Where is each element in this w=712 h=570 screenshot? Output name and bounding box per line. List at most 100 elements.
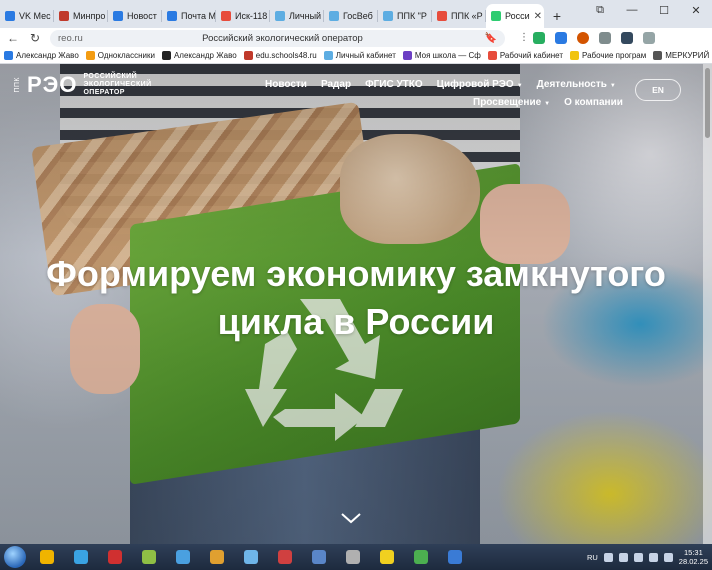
tab-label: Минпро [73,11,106,21]
keyboard-language[interactable]: RU [587,553,598,562]
taskbar-app-icon[interactable] [136,546,162,568]
bookmark-item[interactable]: edu.schools48.ru [243,51,317,60]
logo-subtitle-line: ОПЕРАТОР [83,89,125,96]
extension-icon[interactable] [577,32,589,44]
hero-line: Формируем экономику замкнутого [46,253,666,294]
browser-tab[interactable]: Росси ✕ [486,4,544,28]
tab-label: VK Мес [19,11,51,21]
bookmark-item[interactable]: Рабочие програм [570,51,646,60]
nav-item[interactable]: Просвещение ▼ [473,97,550,108]
nav-item-label: О компании [564,96,623,108]
tab-favicon-icon [5,11,15,21]
nav-item-label: Деятельность [536,78,607,90]
nav-item[interactable]: Цифровой РЭО ▼ [437,79,523,90]
close-window-icon[interactable]: ✕ [680,0,712,20]
lock-extension-icon[interactable] [621,32,633,44]
reload-button[interactable]: ↻ [28,31,42,45]
nav-item[interactable]: О компании [564,97,623,108]
nav-item[interactable]: Новости [265,79,307,90]
language-button[interactable]: EN [635,79,681,101]
flag-icon[interactable] [633,552,643,562]
bookmark-favicon-icon [161,51,171,60]
bookmark-item[interactable]: МЕРКУРИЙ ( [653,51,712,60]
taskbar-app-icon[interactable] [306,546,332,568]
site-navigation: Новости Радар ФГИС УТКО Цифровой РЭО ▼ Деятел… [265,75,625,111]
download-icon[interactable] [643,32,655,44]
taskbar-app-icon[interactable] [442,546,468,568]
bookmark-item[interactable]: Моя школа — Сф [402,51,481,60]
help-icon[interactable] [603,552,613,562]
puzzle-extension-icon[interactable] [599,32,611,44]
back-button[interactable]: ← [6,31,20,45]
bookmark-item[interactable]: Рабочий кабинет [487,51,563,60]
taskbar-app-icon[interactable] [408,546,434,568]
tab-label: Личный [289,11,322,21]
close-icon[interactable]: ✕ [534,11,542,22]
app-glyph-icon [448,550,462,564]
bookmark-label: Рабочие програм [582,51,647,60]
shield-extension-icon[interactable] [533,32,545,44]
address-host: reo.ru [58,32,83,44]
browser-tab[interactable]: VK Мес [0,4,54,28]
bookmark-label: Личный кабинет [335,51,396,60]
taskbar-app-icon[interactable] [34,546,60,568]
browser-tab[interactable]: Личный [270,4,324,28]
bookmark-item[interactable]: Александр Жаво [4,51,79,60]
minimize-icon[interactable]: — [616,0,648,20]
tab-favicon-icon [437,11,447,21]
nav-item[interactable]: ФГИС УТКО [365,79,423,90]
bookmarks-bar: Александр Жаво Одноклассники Александр Жав… [0,48,712,64]
app-glyph-icon [142,550,156,564]
maximize-icon[interactable]: ☐ [648,0,680,20]
site-logo[interactable]: ППК РЭО РОССИЙСКИЙ ЭКОЛОГИЧЕСКИЙ ОПЕРАТО… [14,72,152,98]
volume-icon[interactable] [648,552,658,562]
bookmark-item[interactable]: Александр Жаво [161,51,237,60]
bookmark-item[interactable]: Одноклассники [85,51,155,60]
browser-tab[interactable]: Новост [108,4,162,28]
extensions: ⋮ [519,32,655,44]
browser-tab[interactable]: Почта М [162,4,216,28]
tab-label: Росси [505,11,530,21]
browser-tab[interactable]: Минпро [54,4,108,28]
tab-favicon-icon [59,11,69,21]
pen-icon[interactable] [663,552,673,562]
nav-row: Новости Радар ФГИС УТКО Цифровой РЭО ▼ Деятел… [265,75,625,93]
network-icon[interactable] [618,552,628,562]
dropdown-caret-icon: ▼ [516,82,523,89]
taskbar-app-icon[interactable] [68,546,94,568]
tab-label: Иск-118 [235,11,268,21]
bookmark-favicon-icon [402,51,412,60]
page-scrollbar[interactable] [703,64,712,544]
scrollbar-thumb[interactable] [705,68,710,138]
taskbar-app-icon[interactable] [340,546,366,568]
app-glyph-icon [244,550,258,564]
browser-tab[interactable]: ППК «Р [432,4,486,28]
dropdown-caret-icon: ▼ [609,82,616,89]
restore-tabs-icon[interactable]: ⧉ [584,0,616,20]
taskbar-app-icon[interactable] [204,546,230,568]
clock[interactable]: 15:31 28.02.25 [679,548,708,566]
logo-subtitle-line: РОССИЙСКИЙ [83,73,138,80]
calendar-extension-icon[interactable] [555,32,567,44]
taskbar-app-icon[interactable] [102,546,128,568]
taskbar-app-icon[interactable] [238,546,264,568]
taskbar-app-icon[interactable] [374,546,400,568]
taskbar-app-icon[interactable] [170,546,196,568]
new-tab-button[interactable]: + [548,7,566,25]
bookmark-item[interactable]: Личный кабинет [323,51,396,60]
bookmark-icon[interactable]: 🔖 [485,33,497,44]
taskbar-app-icon[interactable] [272,546,298,568]
browser-tab[interactable]: Иск-118 [216,4,270,28]
browser-tab[interactable]: ППК "Р [378,4,432,28]
logo-subtitle-line: ЭКОЛОГИЧЕСКИЙ [83,81,152,88]
clock-time: 15:31 [684,548,703,557]
nav-item[interactable]: Радар [321,79,351,90]
address-bar[interactable]: reo.ru Российский экологический оператор… [50,29,505,47]
nav-item[interactable]: Деятельность ▼ [537,79,616,90]
menu-dots-icon[interactable]: ⋮ [519,32,529,44]
bookmark-favicon-icon [487,51,497,60]
bookmark-label: МЕРКУРИЙ ( [665,51,712,60]
browser-tab[interactable]: ГосВеб [324,4,378,28]
chevron-down-icon[interactable] [340,511,362,525]
start-button[interactable] [4,546,26,568]
